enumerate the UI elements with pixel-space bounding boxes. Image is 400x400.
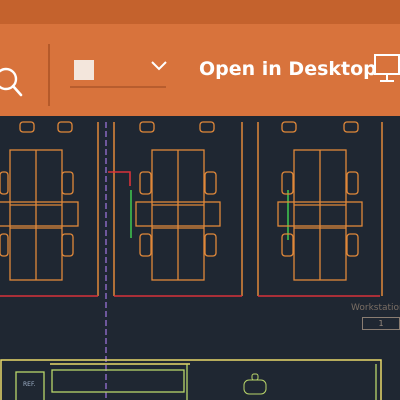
layer-color-swatch [74, 60, 94, 80]
chevron-down-icon [151, 61, 167, 71]
layer-dropdown[interactable] [70, 52, 167, 88]
toolbar: Open in Desktop [0, 24, 400, 116]
toolbar-divider [48, 44, 50, 106]
open-in-desktop-button[interactable]: Open in Desktop [196, 52, 400, 88]
ref-label: REF. [23, 381, 36, 388]
monitor-icon [374, 54, 400, 82]
workstation-number: 1 [362, 317, 400, 330]
search-button[interactable] [0, 62, 28, 102]
open-in-desktop-label: Open in Desktop [199, 58, 377, 80]
search-icon [0, 67, 23, 97]
drawing-canvas[interactable] [0, 116, 400, 400]
workstation-label: Workstation [351, 303, 400, 313]
title-bar [0, 0, 400, 24]
